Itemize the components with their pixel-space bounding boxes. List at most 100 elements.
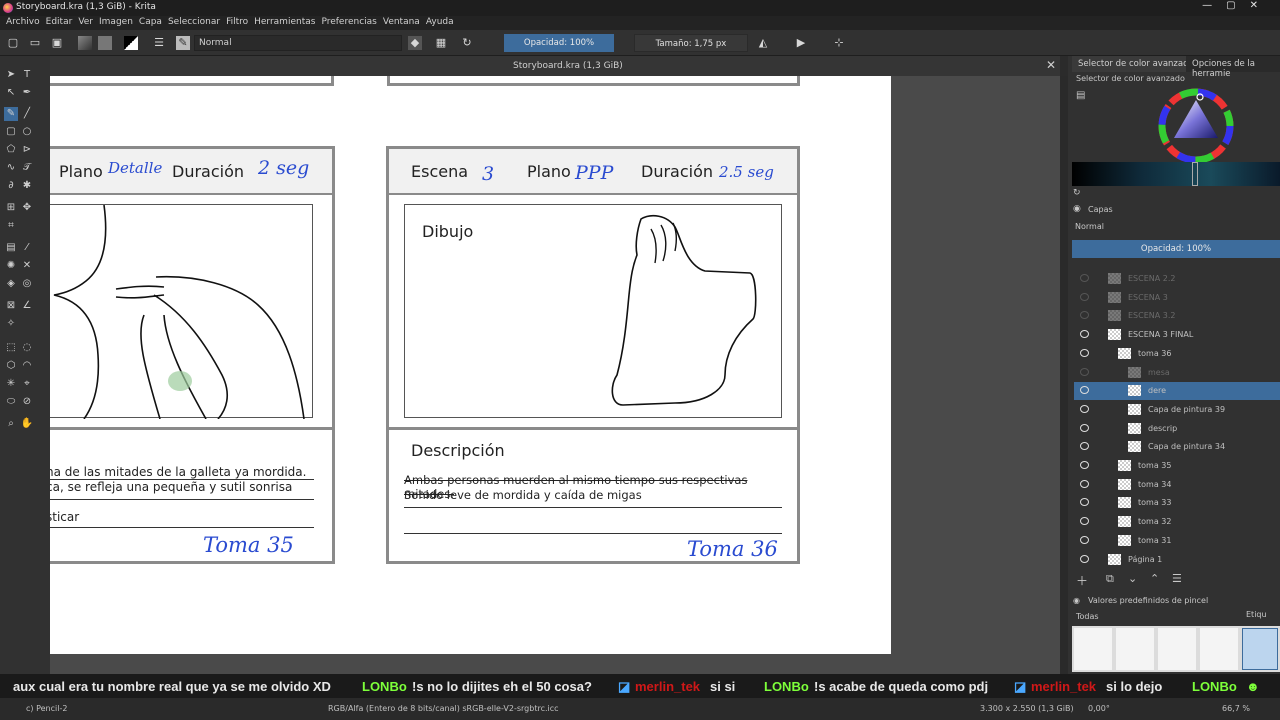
status-rotation[interactable]: 0,00° — [1088, 704, 1110, 713]
storyboard-frame-toma-36[interactable]: Escena 3 Plano PPP Duración 2.5 seg Dibu… — [386, 146, 800, 564]
duplicate-layer-icon[interactable]: ⧉ — [1106, 572, 1114, 586]
rectangle-tool-icon[interactable]: ▢ — [4, 125, 18, 139]
crop-tool-icon[interactable]: ⌗ — [4, 219, 18, 233]
freehand-path-icon[interactable]: 𝒯 — [20, 161, 34, 175]
visibility-eye-icon[interactable] — [1080, 498, 1089, 507]
menu-editar[interactable]: Editar — [46, 17, 73, 27]
similar-select-icon[interactable]: ⌖ — [20, 377, 34, 391]
brush-preset-item[interactable] — [1158, 628, 1196, 670]
menu-preferencias[interactable]: Preferencias — [321, 17, 376, 27]
visibility-eye-icon[interactable] — [1080, 461, 1089, 469]
brush-tag-button[interactable]: Etiqu — [1246, 610, 1267, 619]
ellipse-tool-icon[interactable]: ○ — [20, 125, 34, 139]
colorize-mask-icon[interactable]: ✺ — [4, 259, 18, 273]
menu-seleccionar[interactable]: Seleccionar — [168, 17, 220, 27]
color-shade-strip[interactable] — [1072, 162, 1280, 186]
layer-row[interactable]: toma 35 — [1074, 457, 1280, 475]
mirror-vertical-icon[interactable]: ▶ — [794, 36, 808, 50]
move-tool-icon[interactable]: ✥ — [20, 201, 34, 215]
freehand-brush-icon[interactable]: ✎ — [4, 107, 18, 121]
layer-row[interactable]: Capa de pintura 39 — [1074, 401, 1280, 419]
save-icon[interactable]: ▣ — [50, 36, 64, 50]
move-down-icon[interactable]: ⌄ — [1128, 572, 1137, 585]
smart-patch-icon[interactable]: ✕ — [20, 259, 34, 273]
size-slider[interactable]: Tamaño: 1,75 px — [634, 34, 748, 52]
brush-settings-icon[interactable]: ☰ — [152, 36, 166, 50]
menu-filtro[interactable]: Filtro — [226, 17, 248, 27]
menu-imagen[interactable]: Imagen — [99, 17, 133, 27]
menu-ver[interactable]: Ver — [78, 17, 93, 27]
visibility-eye-icon[interactable] — [1080, 479, 1089, 488]
status-brush[interactable]: c) Pencil-2 — [26, 704, 67, 713]
reference-tool-icon[interactable]: ✧ — [4, 317, 18, 331]
visibility-eye-icon[interactable] — [1080, 367, 1089, 376]
color-picker-icon[interactable]: ⁄ — [20, 241, 34, 255]
menu-archivo[interactable]: Archivo — [6, 17, 40, 27]
pattern-swatch-icon[interactable] — [98, 36, 112, 50]
visibility-eye-icon[interactable] — [1080, 348, 1089, 357]
text-tool-icon[interactable]: T — [20, 68, 34, 82]
visibility-eye-icon[interactable] — [1080, 554, 1089, 563]
layer-row[interactable]: ESCENA 3.2 — [1074, 307, 1280, 325]
menu-ayuda[interactable]: Ayuda — [426, 17, 454, 27]
layer-row[interactable]: Capa de pintura 34 — [1074, 438, 1280, 456]
storyboard-page[interactable]: Plano Detalle Duración 2 seg na de las m… — [50, 76, 891, 654]
transform-tool-icon[interactable]: ⊞ — [4, 201, 18, 215]
visibility-eye-icon[interactable] — [1080, 517, 1089, 526]
polyline-tool-icon[interactable]: ⊳ — [20, 143, 34, 157]
layer-row[interactable]: toma 32 — [1074, 513, 1280, 531]
measure-tool-icon[interactable]: ∠ — [20, 299, 34, 313]
visibility-eye-icon[interactable] — [1080, 404, 1089, 413]
brush-preset-grid[interactable] — [1072, 626, 1280, 672]
multibrush-icon[interactable]: ✱ — [20, 179, 34, 193]
brush-preset-item[interactable] — [1116, 628, 1154, 670]
reload-preset-icon[interactable]: ↻ — [460, 36, 474, 50]
brush-preset-item[interactable] — [1200, 628, 1238, 670]
preserve-alpha-icon[interactable]: ▦ — [434, 36, 448, 50]
eraser-mode-icon[interactable]: ◆ — [408, 36, 422, 50]
pan-tool-icon[interactable]: ✋ — [20, 417, 34, 431]
layer-row[interactable]: toma 33 — [1074, 494, 1280, 512]
layer-row[interactable]: toma 34 — [1074, 476, 1280, 494]
menu-capa[interactable]: Capa — [139, 17, 162, 27]
add-layer-icon[interactable]: ＋ — [1076, 572, 1088, 589]
fg-bg-color-icon[interactable] — [124, 36, 138, 50]
layer-row[interactable]: ESCENA 2.2 — [1074, 270, 1280, 288]
new-document-icon[interactable]: ▢ — [6, 36, 20, 50]
color-settings-icon[interactable]: ▤ — [1076, 90, 1085, 101]
gradient-swatch-icon[interactable] — [78, 36, 92, 50]
layer-row[interactable]: ESCENA 3 — [1074, 289, 1280, 307]
contiguous-select-icon[interactable]: ✳ — [4, 377, 18, 391]
visibility-eye-icon[interactable] — [1080, 442, 1089, 451]
polygon-tool-icon[interactable]: ⬠ — [4, 143, 18, 157]
close-document-icon[interactable]: ✕ — [1046, 58, 1056, 72]
open-folder-icon[interactable]: ▭ — [28, 36, 42, 50]
mirror-horizontal-icon[interactable]: ◭ — [756, 36, 770, 50]
layers-blend-mode[interactable]: Normal — [1075, 222, 1104, 231]
layers-opacity-slider[interactable]: Opacidad: 100% — [1072, 240, 1280, 258]
layer-row[interactable]: descrip — [1074, 420, 1280, 438]
layer-row[interactable]: toma 36 — [1074, 345, 1280, 363]
fill-tool-icon[interactable]: ◈ — [4, 277, 18, 291]
assistant-tool-icon[interactable]: ⊠ — [4, 299, 18, 313]
layer-row[interactable]: toma 31 — [1074, 532, 1280, 550]
gradient-tool-icon[interactable]: ▤ — [4, 241, 18, 255]
select-shapes-icon[interactable]: ➤ — [4, 68, 18, 82]
tab-tool-options[interactable]: Opciones de la herramie — [1186, 56, 1280, 79]
color-wheel[interactable] — [1156, 86, 1236, 166]
layer-row[interactable]: dere — [1074, 382, 1280, 401]
visibility-eye-icon[interactable] — [1080, 311, 1089, 320]
document-tab-title[interactable]: Storyboard.kra (1,3 GiB) — [513, 61, 623, 71]
canvas-scrollbar[interactable] — [1060, 76, 1068, 674]
freehand-select-icon[interactable]: ◠ — [20, 359, 34, 373]
bezier-tool-icon[interactable]: ∿ — [4, 161, 18, 175]
move-up-icon[interactable]: ⌃ — [1150, 572, 1159, 585]
storyboard-frame-toma-35[interactable]: Plano Detalle Duración 2 seg na de las m… — [50, 146, 335, 564]
visibility-eye-icon[interactable] — [1080, 274, 1089, 282]
window-controls[interactable]: —▢✕ — [1202, 0, 1272, 11]
menu-herramientas[interactable]: Herramientas — [254, 17, 315, 27]
magnetic-select-icon[interactable]: ⊘ — [20, 395, 34, 409]
ellipse-select-icon[interactable]: ◌ — [20, 341, 34, 355]
layer-row[interactable]: mesa — [1074, 364, 1280, 382]
tab-color-selector[interactable]: Selector de color avanzado — [1072, 56, 1200, 72]
